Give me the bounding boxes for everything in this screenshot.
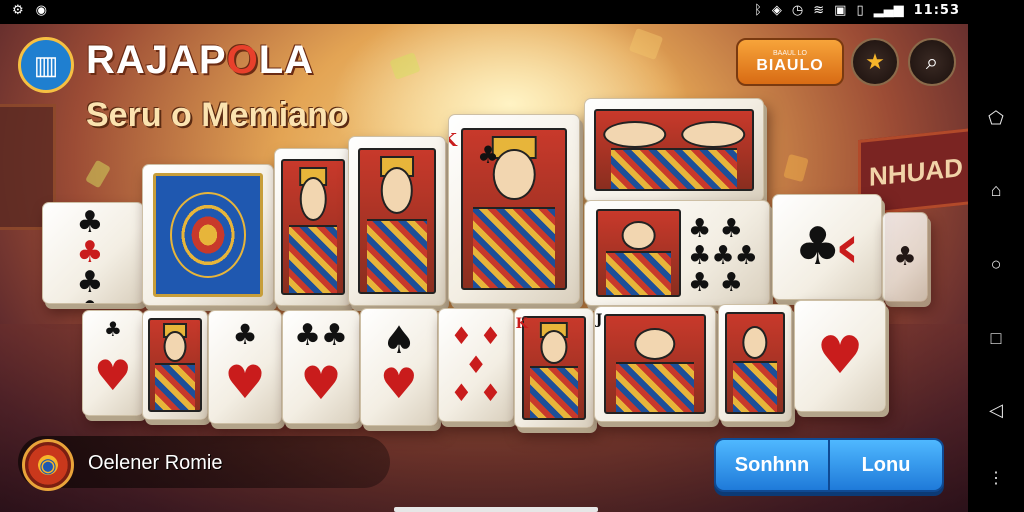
heart-icon: ♥: [224, 355, 266, 409]
king-face: [148, 317, 202, 413]
pip-cluster: ♣ ♣♣♣ ♣: [76, 203, 110, 303]
mahjong-tile[interactable]: ♥: [794, 300, 886, 412]
mahjong-tile[interactable]: ♣ ‹: [772, 194, 882, 300]
player-avatar-icon[interactable]: ◉: [22, 439, 74, 491]
heart-icon: ♥: [94, 351, 132, 400]
mahjong-tile[interactable]: ♣ ♥: [82, 310, 144, 416]
mahjong-tile[interactable]: ♣ ♣♣♣ ♣: [42, 202, 144, 304]
game-area: NHUAD ▥ RAJAPOLA Seru o Memiano BAAUL LO…: [0, 24, 968, 512]
vibrate-icon: ▯: [856, 3, 864, 18]
mahjong-tile[interactable]: J: [594, 306, 716, 422]
jack-face: J: [596, 312, 707, 414]
action-button-right[interactable]: Lonu: [830, 440, 942, 490]
location-icon: ◈: [771, 3, 782, 18]
back-icon[interactable]: ◁: [984, 398, 1008, 422]
card-corner: K: [449, 130, 457, 151]
signal-icon: ▂▄▆: [873, 3, 904, 18]
club-icon: ♣♣: [294, 318, 348, 353]
more-icon[interactable]: ⋮: [984, 466, 1008, 490]
card-corner: K: [515, 316, 528, 333]
heart-icon: ♥: [380, 359, 418, 408]
mahjong-tile[interactable]: ♣ ♣ ♣♣♣ ♣ ♣: [584, 200, 770, 306]
recents-icon[interactable]: □: [984, 326, 1008, 350]
home-icon[interactable]: ⌂: [984, 178, 1008, 202]
club-icon: ♣: [794, 217, 841, 277]
confetti-icon: [783, 153, 809, 183]
king-face: K: [516, 316, 587, 420]
mahjong-tile[interactable]: [584, 98, 764, 202]
mandala-icon: [169, 191, 247, 279]
club-icon: ♣: [104, 317, 122, 341]
mahjong-tile[interactable]: ♦ ♦ ♦ ♦ ♦: [438, 308, 514, 422]
mahjong-tile[interactable]: [274, 148, 352, 306]
status-bar: ⚙ ◉ ᛒ ◈ ◷ ≋ ▣ ▯ ▂▄▆ 11:53: [0, 0, 1024, 24]
mahjong-tile[interactable]: [142, 164, 274, 306]
spade-icon: ♠: [381, 318, 417, 362]
mahjong-tile[interactable]: K ♣: [448, 114, 580, 304]
queen-face: [593, 109, 755, 191]
action-button-group: Sonhnn Lonu: [714, 438, 944, 492]
card-back: [153, 173, 263, 297]
mahjong-tile[interactable]: K: [514, 308, 594, 428]
king-face: K ♣: [449, 128, 567, 290]
jack-face: [596, 209, 681, 297]
mahjong-tile[interactable]: [142, 310, 208, 420]
king-face: [357, 148, 437, 294]
mahjong-tile[interactable]: ♣ ♥: [208, 310, 282, 424]
player-name: Oelener Romie: [88, 452, 223, 474]
mahjong-tile[interactable]: [348, 136, 446, 306]
cast-icon: ◉: [35, 3, 47, 18]
star-icon[interactable]: ★: [851, 38, 899, 86]
heart-icon: ♥: [816, 326, 864, 386]
action-button-left[interactable]: Sonhnn: [716, 440, 828, 490]
top-action-button[interactable]: BAAUL LO BIAULO: [736, 38, 844, 86]
club-icon: ♣: [232, 318, 258, 351]
game-subtitle: Seru o Memiano: [86, 96, 349, 134]
top-action-small-label: BAAUL LO: [773, 49, 807, 57]
alarm-icon: ◷: [791, 3, 804, 18]
king-face: [281, 159, 345, 295]
diamond-pips: ♦ ♦ ♦ ♦ ♦: [450, 321, 502, 408]
home-indicator[interactable]: [394, 507, 598, 512]
chevron-left-icon: ‹: [834, 212, 860, 282]
queen-face: [724, 312, 786, 414]
clock: 11:53: [913, 3, 960, 18]
bluetooth-icon: ᛒ: [754, 3, 762, 18]
app-logo-icon: ▥: [18, 37, 74, 93]
top-action-label: BIAULO: [756, 56, 824, 74]
circle-icon[interactable]: ○: [984, 252, 1008, 276]
navigation-bar: ⬠ ⌂ ○ □ ◁ ⋮: [968, 24, 1024, 512]
mahjong-tile[interactable]: [718, 304, 792, 422]
back-tag-icon[interactable]: ⬠: [984, 106, 1008, 130]
settings-icon: ⚙: [12, 3, 24, 18]
mahjong-tile[interactable]: ♠ ♥: [360, 308, 438, 426]
club-icon: ♣: [477, 140, 499, 170]
club-icon: ♣: [893, 242, 917, 272]
card-corner: J: [595, 312, 603, 329]
nfc-icon: ▣: [834, 3, 847, 18]
club-pips: ♣ ♣ ♣♣♣ ♣ ♣: [688, 213, 758, 299]
game-title: RAJAPOLA: [86, 38, 315, 82]
confetti-icon: [85, 159, 111, 189]
wifi-icon: ≋: [813, 3, 825, 18]
mahjong-tile[interactable]: ♣♣ ♥: [282, 310, 360, 424]
heart-icon: ♥: [300, 356, 342, 410]
search-icon[interactable]: ⌕: [908, 38, 956, 86]
mahjong-tile[interactable]: ♣: [882, 212, 928, 302]
